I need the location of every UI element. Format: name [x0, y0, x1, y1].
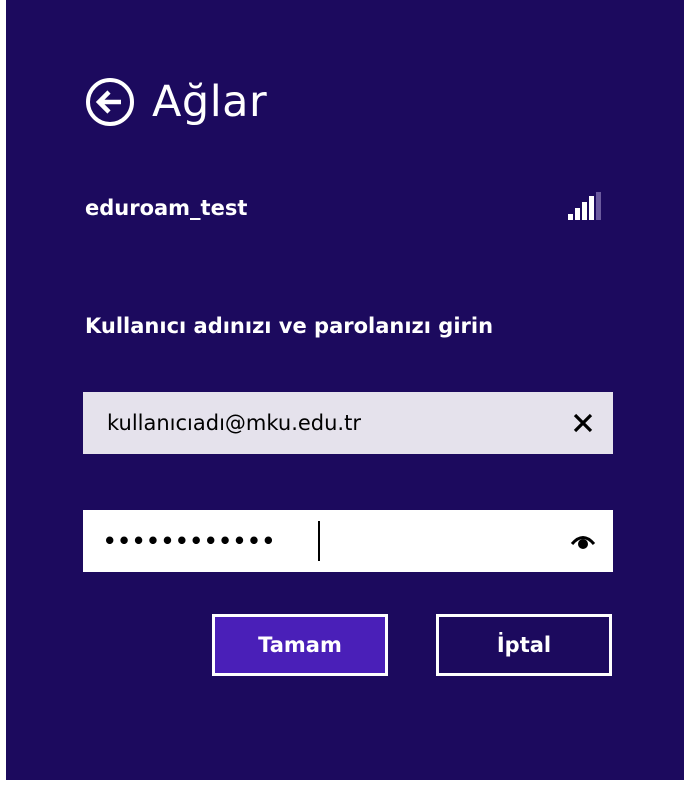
signal-strength-icon	[568, 192, 601, 220]
password-value: ••••••••••••	[103, 529, 277, 553]
back-button[interactable]	[84, 76, 136, 128]
network-flyout: Ağlar eduroam_test Kullanıcı adınızı ve …	[6, 0, 684, 780]
password-field[interactable]: ••••••••••••	[83, 510, 613, 572]
credentials-prompt: Kullanıcı adınızı ve parolanızı girin	[85, 314, 494, 338]
header: Ağlar	[84, 76, 267, 128]
username-value: kullanıcıadı@mku.edu.tr	[107, 411, 361, 435]
ok-button[interactable]: Tamam	[212, 614, 388, 676]
text-caret	[318, 521, 320, 561]
back-arrow-circle-icon	[86, 78, 134, 126]
cancel-button[interactable]: İptal	[436, 614, 612, 676]
clear-username-button[interactable]	[563, 403, 603, 443]
reveal-password-button[interactable]	[563, 521, 603, 561]
page-title: Ağlar	[152, 77, 268, 127]
close-icon	[573, 413, 593, 433]
username-field[interactable]: kullanıcıadı@mku.edu.tr	[83, 392, 613, 454]
network-name: eduroam_test	[85, 196, 248, 220]
eye-icon	[570, 536, 596, 549]
